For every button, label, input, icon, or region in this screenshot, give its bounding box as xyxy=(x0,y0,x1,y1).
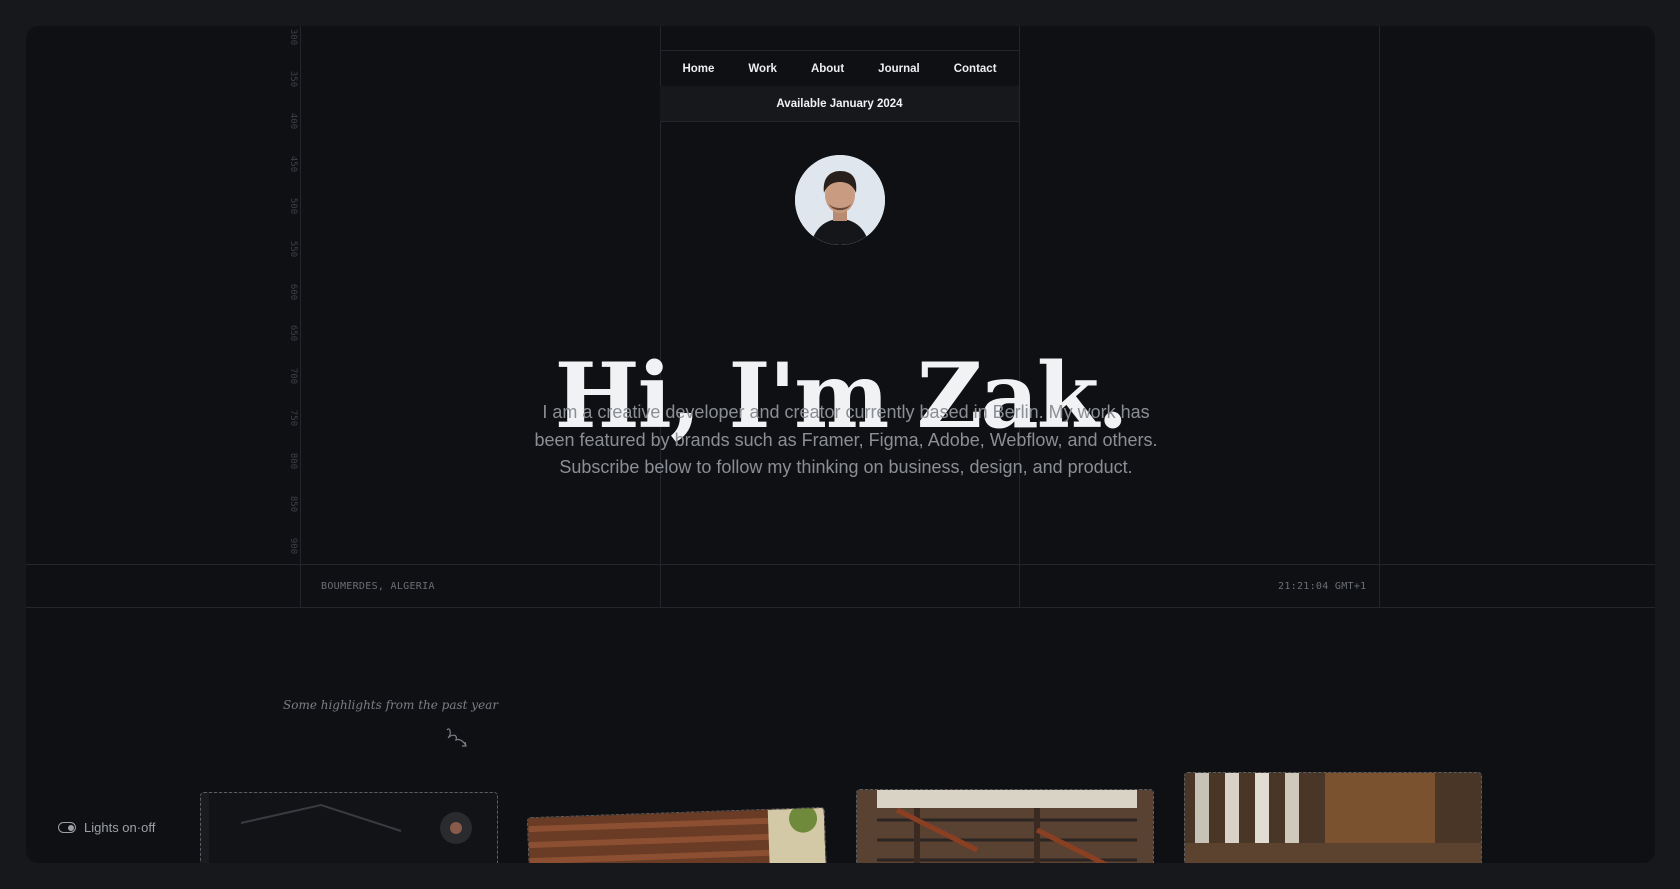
ruler-tick: 350 xyxy=(288,70,298,88)
page-frame: 300 350 400 450 500 550 600 650 700 750 … xyxy=(26,26,1655,863)
highlight-card[interactable] xyxy=(1184,772,1482,863)
ruler-tick: 300 xyxy=(288,28,298,46)
ruler-tick: 600 xyxy=(288,283,298,301)
ruler-tick: 400 xyxy=(288,112,298,130)
ruler-tick: 450 xyxy=(288,155,298,173)
grid-line xyxy=(26,564,1655,565)
ruler-tick: 500 xyxy=(288,197,298,215)
card-image xyxy=(1185,773,1481,863)
main-nav: Home Work About Journal Contact xyxy=(660,50,1019,87)
intro-line: I am a creative developer and creator cu… xyxy=(542,402,1150,422)
ruler-tick: 900 xyxy=(288,537,298,555)
highlight-card[interactable] xyxy=(200,792,498,863)
nav-work-link[interactable]: Work xyxy=(731,63,794,75)
availability-banner[interactable]: Available January 2024 xyxy=(660,86,1019,122)
card-image xyxy=(527,806,827,863)
ruler-tick: 550 xyxy=(288,240,298,258)
grid-line xyxy=(26,607,1655,608)
avatar-portrait-icon xyxy=(795,155,885,245)
lights-toggle-label: Lights on·off xyxy=(84,820,156,835)
nav-contact-link[interactable]: Contact xyxy=(937,63,1014,75)
ruler: 300 350 400 450 500 550 600 650 700 750 … xyxy=(281,26,305,566)
intro-line: Subscribe below to follow my thinking on… xyxy=(559,457,1133,477)
ruler-tick: 800 xyxy=(288,452,298,470)
highlight-card[interactable] xyxy=(526,806,828,863)
ruler-tick: 850 xyxy=(288,495,298,513)
squiggle-arrow-icon xyxy=(446,728,467,747)
lights-toggle[interactable]: Lights on·off xyxy=(58,820,155,835)
hero-intro: I am a creative developer and creator cu… xyxy=(526,399,1166,482)
ruler-tick: 650 xyxy=(288,324,298,342)
card-image xyxy=(857,790,1153,863)
grid-line xyxy=(1019,26,1020,608)
nav-journal-link[interactable]: Journal xyxy=(861,63,937,75)
card-image xyxy=(201,793,497,863)
local-time: 21:21:04 GMT+1 xyxy=(1278,581,1367,592)
nav-about-link[interactable]: About xyxy=(794,63,861,75)
grid-line xyxy=(1379,26,1380,608)
nav-home-link[interactable]: Home xyxy=(665,63,731,75)
intro-line: been featured by brands such as Framer, … xyxy=(534,429,1158,450)
highlights-label: Some highlights from the past year xyxy=(283,698,499,712)
avatar xyxy=(795,155,885,245)
location-label: BOUMERDES, ALGERIA xyxy=(321,581,435,592)
highlight-card[interactable] xyxy=(856,789,1154,863)
toggle-icon xyxy=(58,822,76,833)
